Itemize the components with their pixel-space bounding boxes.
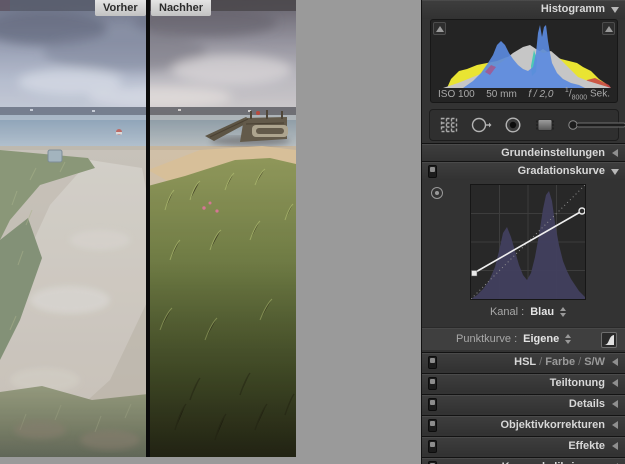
histogram-panel-header[interactable]: Histogramm <box>422 0 625 19</box>
channel-value: Blau <box>530 306 555 318</box>
tone-curve-toggle-switch[interactable] <box>428 165 437 178</box>
channel-stepper-icon[interactable] <box>560 307 567 317</box>
compare-workspace: Vorher Nachher <box>0 0 421 464</box>
basic-panel-header[interactable]: Grundeinstellungen <box>422 143 625 162</box>
camera-calibration-panel-header[interactable]: Kamerakalibrierung <box>422 457 625 464</box>
crop-overlay-icon[interactable] <box>439 114 459 136</box>
hsl-toggle-switch[interactable] <box>428 356 437 369</box>
iso-value: ISO 100 <box>438 88 475 100</box>
histogram-display[interactable]: ISO 100 50 mm f / 2,0 1/8000 Sek. <box>430 19 618 103</box>
details-toggle-switch[interactable] <box>428 398 437 411</box>
farbe-tab[interactable]: Farbe <box>545 356 575 368</box>
tool-strip <box>429 109 625 141</box>
targeted-adjustment-icon[interactable] <box>431 187 443 199</box>
expand-triangle-icon[interactable] <box>612 149 618 157</box>
point-curve-value[interactable]: Eigene <box>523 333 559 345</box>
before-after-photo[interactable]: Vorher Nachher <box>0 0 296 457</box>
hsl-tab[interactable]: HSL <box>514 356 536 368</box>
split-toning-toggle-switch[interactable] <box>428 377 437 390</box>
before-grade <box>0 0 148 457</box>
highlight-clipping-indicator[interactable] <box>602 22 615 35</box>
expand-triangle-icon[interactable] <box>612 442 618 450</box>
hsl-panel-header[interactable]: HSL / Farbe / S/W <box>422 352 625 371</box>
histogram-panel-title: Histogramm <box>540 3 605 15</box>
develop-right-panel: Histogramm ISO 100 50 mm f / 2,0 1/8000 … <box>421 0 625 464</box>
red-eye-icon[interactable] <box>503 114 523 136</box>
lens-corrections-toggle-switch[interactable] <box>428 419 437 432</box>
tone-curve-editor[interactable] <box>470 184 586 300</box>
effects-title: Effekte <box>568 440 605 452</box>
compare-split-divider[interactable] <box>146 0 150 457</box>
channel-selector[interactable]: Kanal : Blau <box>470 303 586 321</box>
effects-panel-header[interactable]: Effekte <box>422 436 625 455</box>
point-curve-row: Punktkurve : Eigene <box>422 327 625 350</box>
highlight-clipping-triangle-icon <box>605 26 613 32</box>
expand-triangle-icon[interactable] <box>612 379 618 387</box>
shadow-clipping-triangle-icon <box>436 26 444 32</box>
collapse-triangle-icon[interactable] <box>611 7 619 13</box>
split-toning-title: Teiltonung <box>549 377 605 389</box>
expand-triangle-icon[interactable] <box>612 400 618 408</box>
tone-curve-panel-title: Gradationskurve <box>517 165 605 177</box>
lightroom-develop-view: Vorher Nachher Histogramm ISO 100 50 mm <box>0 0 625 464</box>
expand-triangle-icon[interactable] <box>612 421 618 429</box>
histogram-graph <box>443 25 611 88</box>
tone-curve-panel-header[interactable]: Gradationskurve <box>422 161 625 180</box>
expand-triangle-icon[interactable] <box>612 358 618 366</box>
camera-calibration-title: Kamerakalibrierung <box>502 458 605 464</box>
graduated-filter-icon[interactable] <box>534 114 556 136</box>
collapse-triangle-icon[interactable] <box>611 169 619 175</box>
sw-tab[interactable]: S/W <box>584 356 605 368</box>
focal-length-value: 50 mm <box>486 88 517 100</box>
before-label: Vorher <box>95 0 146 16</box>
exif-info-row: ISO 100 50 mm f / 2,0 1/8000 Sek. <box>431 87 617 101</box>
shutter-value: 1/8000 Sek. <box>564 86 610 102</box>
point-curve-stepper-icon[interactable] <box>565 334 572 344</box>
point-curve-label: Punktkurve : <box>456 333 518 345</box>
aperture-value: f / 2,0 <box>528 88 554 100</box>
lens-corrections-title: Objektivkorrekturen <box>500 419 605 431</box>
adjustment-brush-icon[interactable] <box>567 114 625 136</box>
lens-corrections-panel-header[interactable]: Objektivkorrekturen <box>422 415 625 434</box>
shadow-clipping-indicator[interactable] <box>433 22 446 35</box>
channel-label: Kanal : <box>489 306 525 318</box>
details-panel-header[interactable]: Details <box>422 394 625 413</box>
edit-point-curve-button[interactable] <box>601 332 617 348</box>
tone-curve-graph <box>470 184 586 300</box>
spot-removal-icon[interactable] <box>470 114 492 136</box>
tone-curve-content: Kanal : Blau <box>422 180 625 327</box>
after-grade <box>148 0 296 457</box>
details-title: Details <box>568 398 605 410</box>
split-toning-panel-header[interactable]: Teiltonung <box>422 373 625 392</box>
after-label: Nachher <box>151 0 212 16</box>
effects-toggle-switch[interactable] <box>428 440 437 453</box>
hsl-panel-title: HSL / Farbe / S/W <box>514 356 605 368</box>
